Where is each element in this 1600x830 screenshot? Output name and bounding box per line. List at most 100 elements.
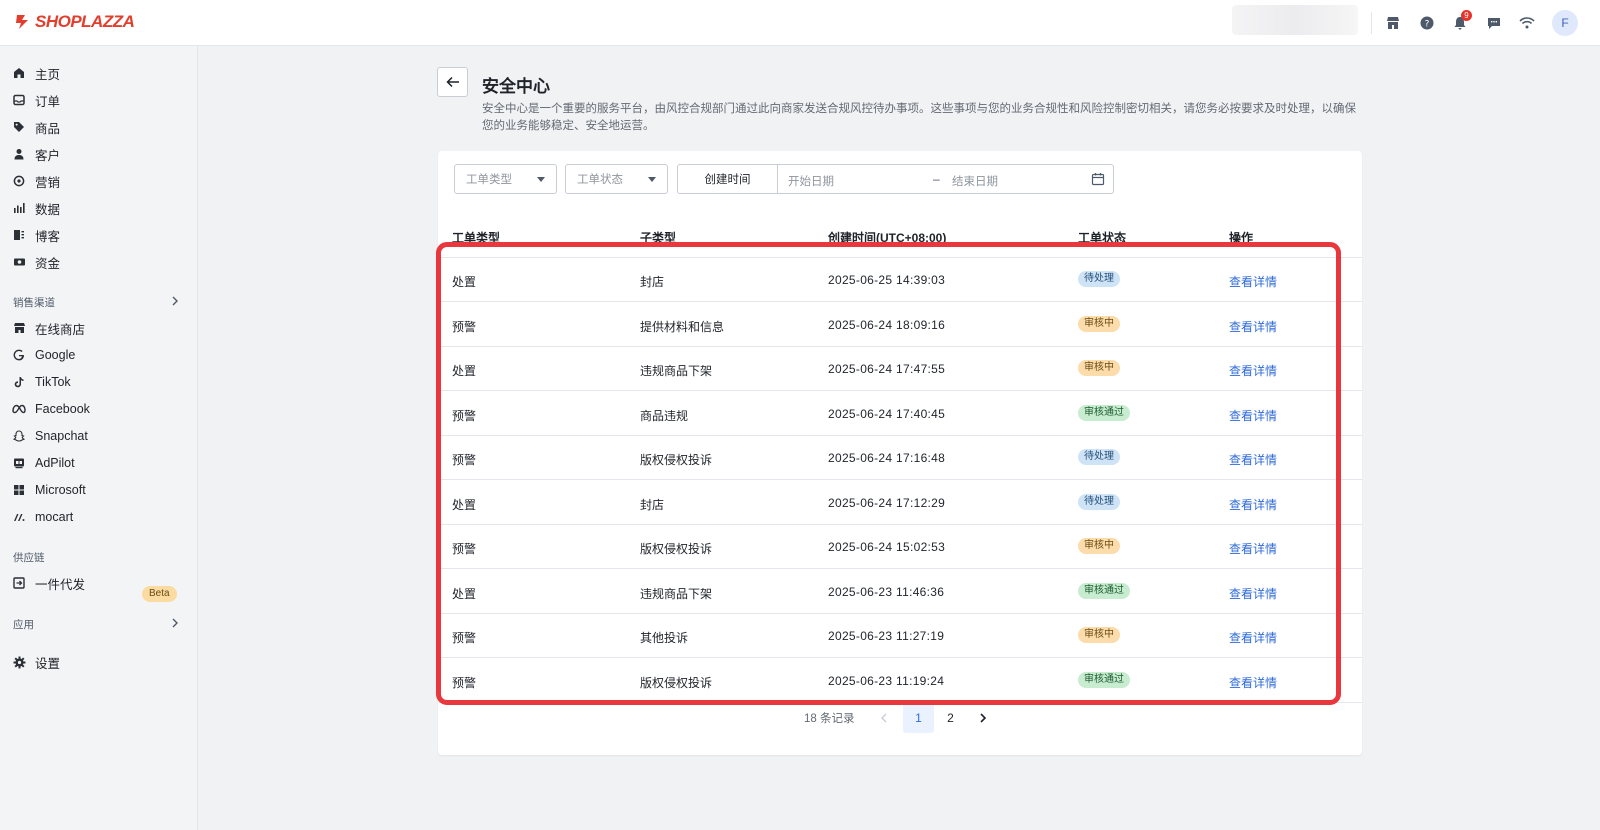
cell-created-time: 2025-06-24 17:40:45	[828, 406, 946, 421]
sidebar-item-customers[interactable]: 客户	[0, 141, 198, 167]
view-details-link[interactable]: 查看详情	[1229, 451, 1277, 468]
column-header-type: 工单类型	[452, 231, 501, 245]
cell-subtype: 违规商品下架	[640, 586, 713, 601]
adpilot-icon	[12, 456, 26, 470]
cell-created-time: 2025-06-23 11:27:19	[828, 629, 945, 643]
status-badge: 审核通过	[1078, 582, 1130, 599]
sidebar-item-orders[interactable]: 订单	[0, 87, 198, 113]
snapchat-icon	[12, 429, 26, 443]
chevron-left-icon	[880, 713, 886, 722]
date-filter-label: 创建时间	[678, 165, 778, 193]
view-details-link[interactable]: 查看详情	[1229, 318, 1277, 335]
table-row: 预警 版权侵权投诉 2025-06-24 15:02:53 审核中 查看详情	[438, 525, 1362, 569]
end-date-input[interactable]: 结束日期	[952, 173, 998, 189]
ticket-type-placeholder: 工单类型	[466, 174, 512, 186]
table-row: 处置 违规商品下架 2025-06-23 11:46:36 审核通过 查看详情	[438, 570, 1362, 614]
sidebar-item-label: AdPilot	[35, 456, 75, 470]
chevron-right-icon[interactable]	[170, 618, 180, 628]
help-icon[interactable]: ?	[1417, 13, 1437, 33]
topbar-divider	[1371, 12, 1372, 34]
user-avatar[interactable]: F	[1552, 10, 1578, 36]
view-details-link[interactable]: 查看详情	[1229, 362, 1277, 379]
sidebar-item-settings[interactable]: 设置	[0, 649, 198, 675]
cell-type: 预警	[452, 319, 477, 334]
message-icon[interactable]	[1484, 13, 1504, 33]
cell-type: 预警	[452, 631, 477, 645]
tickets-card: 工单类型 工单状态 创建时间 开始日期 – 结束日期 工单类型 子类型 创建时间…	[438, 151, 1362, 755]
shoplazza-logo-icon	[16, 15, 28, 29]
tag-icon	[12, 120, 26, 134]
sidebar-item-online-store[interactable]: 在线商店	[0, 315, 198, 341]
view-details-link[interactable]: 查看详情	[1229, 674, 1277, 691]
cell-type: 处置	[452, 364, 477, 378]
sidebar-item-blog[interactable]: 博客	[0, 222, 198, 248]
view-details-link[interactable]: 查看详情	[1229, 629, 1277, 646]
inbox-icon	[12, 93, 26, 107]
sidebar-item-analytics[interactable]: 数据	[0, 195, 198, 221]
cell-type: 处置	[452, 275, 477, 289]
ticket-type-select[interactable]: 工单类型	[454, 164, 557, 194]
sidebar-item-home[interactable]: 主页	[0, 60, 198, 86]
next-page-button[interactable]	[967, 702, 998, 733]
sidebar-item-adpilot[interactable]: AdPilot	[0, 450, 198, 476]
sidebar-item-snapchat[interactable]: Snapchat	[0, 423, 198, 449]
view-details-link[interactable]: 查看详情	[1229, 273, 1277, 290]
svg-text:?: ?	[1425, 20, 1430, 30]
sidebar-item-label: mocart	[35, 510, 74, 524]
view-details-link[interactable]: 查看详情	[1229, 585, 1277, 602]
cell-subtype: 版权侵权投诉	[640, 453, 713, 467]
sidebar-item-label: 设置	[35, 656, 61, 671]
view-details-link[interactable]: 查看详情	[1229, 540, 1277, 557]
sidebar-item-label: 订单	[35, 94, 61, 109]
view-details-link[interactable]: 查看详情	[1229, 407, 1277, 424]
store-icon	[12, 321, 26, 335]
ticket-status-select[interactable]: 工单状态	[565, 164, 668, 194]
sidebar-item-products[interactable]: 商品	[0, 114, 198, 140]
table-row: 预警 提供材料和信息 2025-06-24 18:09:16 审核中 查看详情	[438, 303, 1362, 347]
page-button-2[interactable]: 2	[935, 702, 966, 733]
sidebar-item-google[interactable]: Google	[0, 342, 198, 368]
sidebar-item-finance[interactable]: 资金	[0, 249, 198, 275]
sidebar-item-label: Microsoft	[35, 483, 86, 497]
chevron-right-icon[interactable]	[170, 296, 180, 306]
table-row: 预警 版权侵权投诉 2025-06-23 11:19:24 审核通过 查看详情	[438, 659, 1362, 703]
google-icon	[12, 348, 26, 362]
sidebar-item-tiktok[interactable]: TikTok	[0, 369, 198, 395]
store-name-placeholder[interactable]	[1232, 5, 1358, 35]
sidebar: 主页 订单 商品 客户 营销 数据 博客 资金 销售渠道 在线商店 Google…	[0, 46, 198, 830]
sidebar-item-label: 主页	[35, 67, 61, 82]
dropship-icon	[12, 576, 26, 590]
sidebar-item-label: Google	[35, 348, 76, 362]
start-date-input[interactable]: 开始日期	[788, 173, 834, 189]
status-badge: 审核中	[1078, 538, 1120, 554]
store-icon[interactable]	[1383, 13, 1403, 33]
cell-created-time: 2025-06-24 18:09:16	[828, 317, 946, 332]
column-header-subtype: 子类型	[640, 231, 677, 245]
back-button[interactable]	[437, 67, 468, 97]
sidebar-item-facebook[interactable]: Facebook	[0, 396, 198, 422]
cell-subtype: 提供材料和信息	[640, 319, 725, 334]
wifi-icon[interactable]	[1517, 13, 1537, 33]
sidebar-item-marketing[interactable]: 营销	[0, 168, 198, 194]
sidebar-item-mocart[interactable]: mocart	[0, 504, 198, 530]
ticket-status-placeholder: 工单状态	[577, 174, 623, 186]
sidebar-item-label: 数据	[35, 202, 61, 217]
sidebar-item-label: TikTok	[35, 375, 71, 389]
calendar-icon[interactable]	[1091, 172, 1105, 186]
shoplazza-logo[interactable]: SHOPLAZZA	[13, 12, 135, 32]
caret-down-icon	[648, 177, 656, 182]
arrow-left-icon	[445, 76, 459, 88]
cell-subtype: 其他投诉	[640, 631, 689, 645]
status-badge: 审核中	[1078, 627, 1120, 643]
column-header-actions: 操作	[1229, 231, 1254, 245]
status-badge: 审核中	[1078, 315, 1120, 332]
page-button-1[interactable]: 1	[903, 702, 934, 733]
view-details-link[interactable]: 查看详情	[1229, 496, 1277, 513]
sidebar-item-microsoft[interactable]: Microsoft	[0, 477, 198, 503]
meta-icon	[12, 402, 26, 416]
date-range-filter[interactable]: 创建时间 开始日期 – 结束日期	[677, 164, 1114, 194]
table-row: 处置 封店 2025-06-24 17:12:29 待处理 查看详情	[438, 481, 1362, 525]
prev-page-button[interactable]	[868, 702, 899, 733]
table-row: 处置 封店 2025-06-25 14:39:03 待处理 查看详情	[438, 258, 1362, 302]
cell-created-time: 2025-06-24 17:16:48	[828, 451, 946, 465]
